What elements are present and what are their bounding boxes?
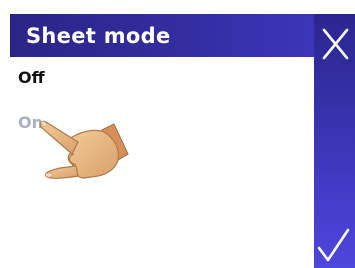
action-panel	[314, 14, 355, 268]
dialog-header: Sheet mode	[10, 14, 314, 57]
dialog-title: Sheet mode	[26, 24, 171, 48]
sheet-mode-dialog: Sheet mode Off On	[0, 0, 355, 268]
option-off[interactable]: Off	[18, 68, 45, 87]
close-icon	[322, 28, 349, 60]
close-button[interactable]	[314, 14, 355, 70]
confirm-button[interactable]	[314, 220, 355, 268]
pointing-hand-icon	[39, 120, 129, 179]
checkmark-icon	[317, 228, 350, 262]
